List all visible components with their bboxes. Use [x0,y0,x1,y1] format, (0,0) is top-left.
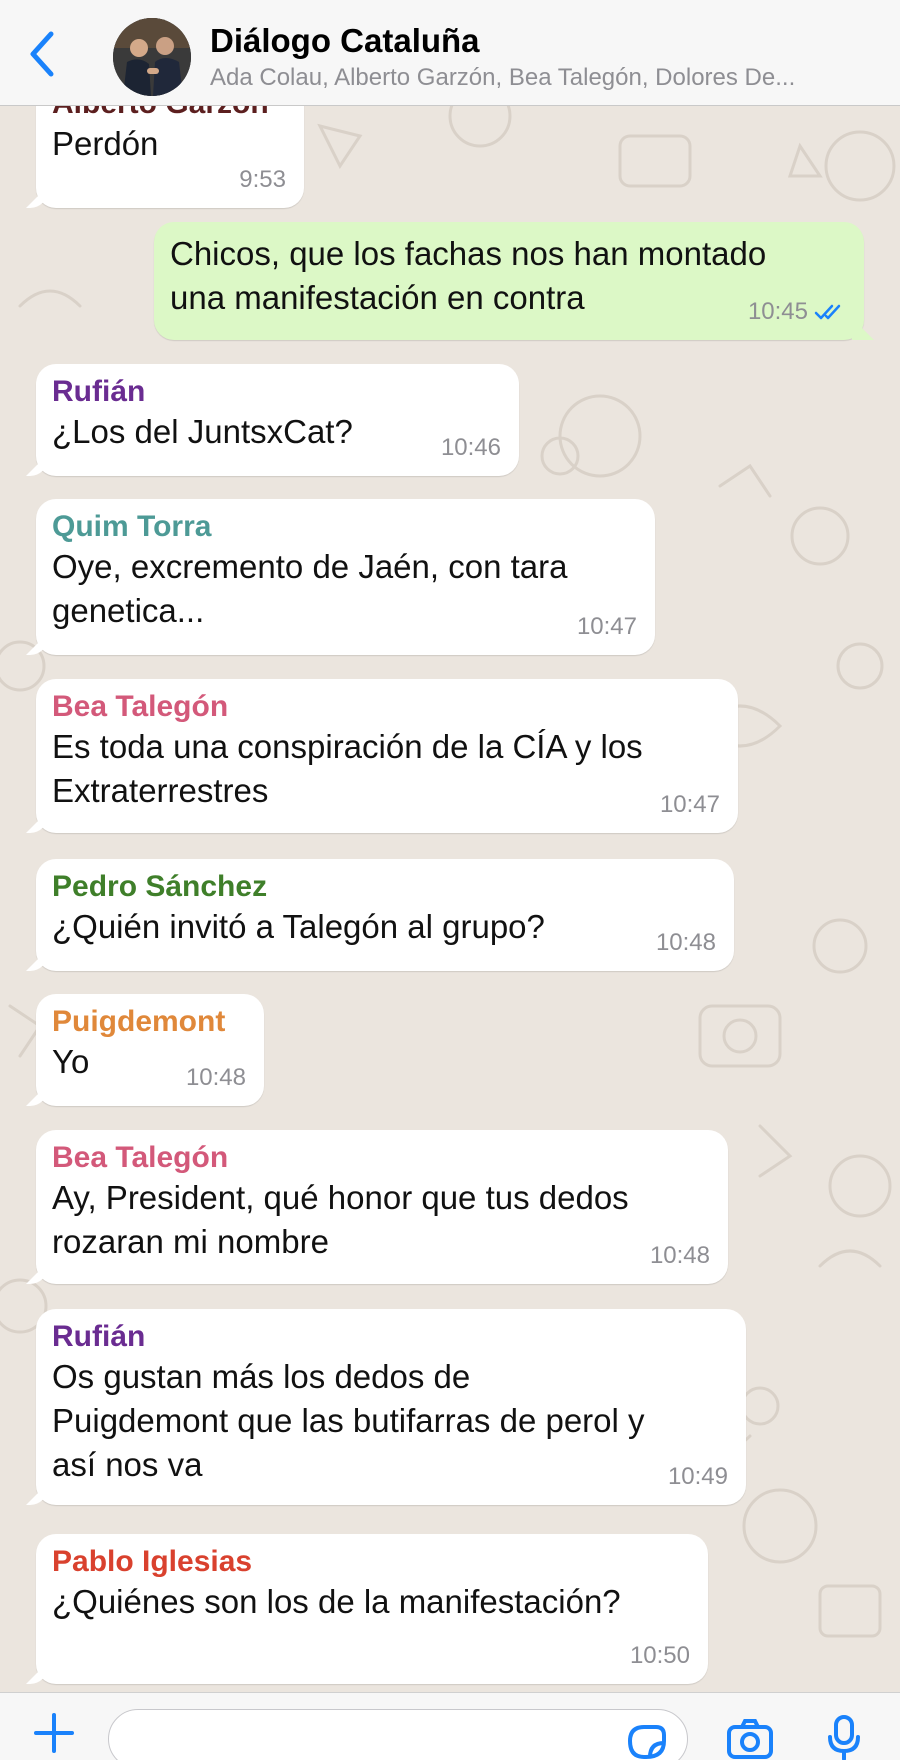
incoming-message[interactable]: Bea Talegón Es toda una conspiración de l… [36,679,738,833]
add-attachment-button[interactable] [32,1711,76,1760]
message-sender[interactable]: Pedro Sánchez [52,869,716,905]
timestamp-text: 9:53 [239,166,286,193]
message-text: ¿Quiénes son los de la manifestación? [52,1583,621,1620]
message-text: Puigdemont que las butifarras de perol y [52,1402,645,1439]
group-avatar[interactable] [113,18,191,96]
avatar-image [113,18,191,96]
message-timestamp: 10:48 [186,1064,246,1092]
chat-area[interactable]: Alberto Garzón Perdón 9:53 Chicos, que los … [0,106,900,1692]
plus-icon [34,1713,74,1753]
message-input[interactable] [108,1709,688,1760]
incoming-message[interactable]: Alberto Garzón Perdón 9:53 [36,106,304,208]
message-text: Ay, President, qué honor que tus dedos [52,1179,629,1216]
microphone-button[interactable] [826,1715,862,1760]
incoming-message[interactable]: Rufián Os gustan más los dedos de Puigdemo… [36,1309,746,1505]
message-text: Perdón [52,125,159,162]
timestamp-text: 10:50 [629,1642,690,1669]
message-timestamp: 10:45 [748,298,846,326]
group-title[interactable]: Diálogo Cataluña [210,22,480,60]
message-sender[interactable]: Puigdemont [52,1004,246,1040]
message-text: Os gustan más los dedos de [52,1358,471,1395]
incoming-message[interactable]: Pablo Iglesias ¿Quiénes son los de la man… [36,1534,708,1684]
incoming-message[interactable]: Quim Torra Oye, excremento de Jaén, con t… [36,499,655,655]
timestamp-text: 10:45 [747,298,808,325]
timestamp-text: 10:49 [667,1463,728,1490]
incoming-message[interactable]: Rufián ¿Los del JuntsxCat? 10:46 [36,364,519,476]
double-check-icon [814,304,841,320]
message-timestamp: 10:49 [668,1463,728,1491]
incoming-message[interactable]: Pedro Sánchez ¿Quién invitó a Talegón al … [36,859,734,971]
chat-header: Diálogo Cataluña Ada Colau, Alberto Garz… [0,0,900,106]
message-text: Chicos, que los fachas nos han montado [170,235,767,272]
message-text: ¿Los del JuntsxCat? [52,413,353,450]
message-text: ¿Quién invitó a Talegón al grupo? [52,908,545,945]
message-timestamp: 10:47 [660,791,720,819]
timestamp-text: 10:48 [649,1242,710,1269]
message-sender[interactable]: Rufián [52,1319,728,1355]
message-timestamp: 10:46 [441,434,501,462]
chevron-left-icon [30,31,54,77]
microphone-icon [828,1715,860,1760]
timestamp-text: 10:46 [440,434,501,461]
message-sender[interactable]: Alberto Garzón [52,106,286,122]
message-timestamp: 10:50 [630,1642,690,1670]
message-text: genetica... [52,592,205,629]
message-sender[interactable]: Pablo Iglesias [52,1544,690,1580]
message-sender[interactable]: Quim Torra [52,509,637,545]
group-members[interactable]: Ada Colau, Alberto Garzón, Bea Talegón, … [210,64,880,92]
message-text: Oye, excremento de Jaén, con tara [52,548,568,585]
message-text: Es toda una conspiración de la CÍA y los [52,728,643,765]
timestamp-text: 10:47 [576,613,637,640]
message-timestamp: 10:47 [577,613,637,641]
message-sender[interactable]: Bea Talegón [52,689,720,725]
message-timestamp: 10:48 [650,1242,710,1270]
timestamp-text: 10:47 [659,791,720,818]
sticker-button[interactable] [626,1723,668,1760]
back-button[interactable] [20,28,64,80]
message-timestamp: 9:53 [239,166,286,194]
incoming-message[interactable]: Bea Talegón Ay, President, qué honor que … [36,1130,728,1284]
incoming-message[interactable]: Puigdemont Yo 10:48 [36,994,264,1106]
sticker-icon [627,1725,666,1759]
message-text: Extraterrestres [52,772,269,809]
outgoing-message[interactable]: Chicos, que los fachas nos han montado un… [154,222,864,340]
message-timestamp: 10:48 [656,929,716,957]
message-sender[interactable]: Rufián [52,374,501,410]
message-text: una manifestación en contra [170,279,585,316]
timestamp-text: 10:48 [655,929,716,956]
message-text: así nos va [52,1446,203,1483]
camera-button[interactable] [726,1719,774,1760]
message-sender[interactable]: Bea Talegón [52,1140,710,1176]
input-bar [0,1692,900,1760]
camera-icon [727,1719,773,1759]
timestamp-text: 10:48 [185,1064,246,1091]
message-text: rozaran mi nombre [52,1223,329,1260]
